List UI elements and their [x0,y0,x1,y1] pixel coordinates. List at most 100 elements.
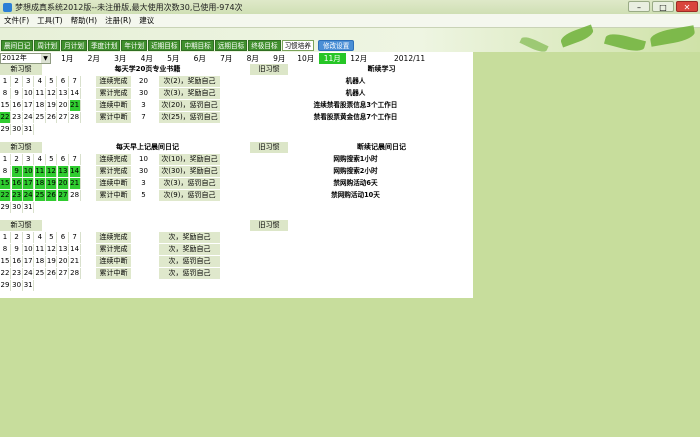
day-cell[interactable]: 25 [34,190,46,201]
day-cell[interactable]: 15 [0,256,11,267]
stat-reward[interactable]: 网购搜索2小时 [238,166,473,177]
day-cell[interactable]: 15 [0,178,11,189]
stat-value[interactable]: 3 [133,100,154,111]
day-cell[interactable]: 12 [46,166,58,177]
tab-3[interactable]: 季度计划 [87,40,121,51]
day-cell[interactable]: 9 [11,166,23,177]
stat-value[interactable] [133,268,154,279]
day-cell[interactable]: 30 [11,202,23,213]
day-cell[interactable]: 8 [0,244,11,255]
day-cell[interactable]: 22 [0,268,11,279]
stat-value[interactable]: 3 [133,178,154,189]
day-cell[interactable]: 10 [23,244,35,255]
day-cell[interactable]: 14 [69,244,81,255]
day-cell[interactable]: 30 [11,124,23,135]
settings-button[interactable]: 修改设置 [317,40,355,51]
day-cell[interactable]: 12 [46,88,58,99]
day-cell[interactable]: 10 [23,88,35,99]
day-cell[interactable]: 31 [23,202,35,213]
day-cell[interactable]: 18 [34,256,46,267]
day-cell[interactable]: 29 [0,280,11,291]
day-cell[interactable]: 27 [58,190,69,201]
stat-reward[interactable]: 禁网购活动10天 [238,190,473,201]
tab-2[interactable]: 月计划 [61,40,87,51]
day-cell[interactable]: 24 [23,190,35,201]
stat-reward[interactable]: 禁看股票黄金信息7个工作日 [238,112,473,123]
day-cell[interactable]: 30 [11,280,23,291]
day-cell[interactable]: 25 [34,112,46,123]
day-cell[interactable]: 18 [34,178,46,189]
day-cell[interactable]: 2 [11,232,23,243]
day-cell[interactable]: 29 [0,124,11,135]
day-cell[interactable]: 11 [34,166,46,177]
stat-value[interactable] [133,244,154,255]
day-cell[interactable]: 31 [23,280,35,291]
day-cell[interactable]: 6 [58,154,69,165]
stat-reward[interactable] [238,244,473,255]
tab-1[interactable]: 周计划 [34,40,61,51]
day-cell[interactable]: 24 [23,112,35,123]
day-cell[interactable]: 27 [58,268,69,279]
day-cell[interactable]: 1 [0,232,11,243]
month-1[interactable]: 1月 [54,53,81,64]
tab-7[interactable]: 远期目标 [214,40,248,51]
stat-reward[interactable]: 禁网购活动6天 [238,178,473,189]
day-cell[interactable]: 6 [58,76,69,87]
tab-9[interactable]: 习惯培养 [281,40,314,51]
day-cell[interactable]: 2 [11,154,23,165]
day-cell[interactable]: 5 [46,76,58,87]
menu-help[interactable]: 帮助(H) [67,15,102,26]
day-cell[interactable]: 17 [23,178,35,189]
tab-4[interactable]: 年计划 [121,40,148,51]
day-cell[interactable]: 21 [69,178,81,189]
month-5[interactable]: 5月 [160,53,187,64]
stat-value[interactable]: 20 [133,76,154,87]
day-cell[interactable]: 22 [0,190,11,201]
day-cell[interactable]: 23 [11,190,23,201]
day-cell[interactable]: 4 [34,232,46,243]
day-cell[interactable]: 11 [34,88,46,99]
day-cell[interactable]: 20 [58,100,69,111]
day-cell[interactable]: 7 [69,232,81,243]
close-button[interactable]: ✕ [676,1,698,12]
day-cell[interactable]: 26 [46,112,58,123]
day-cell[interactable]: 7 [69,154,81,165]
day-cell[interactable]: 4 [34,154,46,165]
stat-reward[interactable] [238,256,473,267]
day-cell[interactable]: 6 [58,232,69,243]
day-cell[interactable]: 28 [69,112,81,123]
tab-5[interactable]: 近期目标 [148,40,181,51]
day-cell[interactable]: 8 [0,166,11,177]
day-cell[interactable]: 3 [23,232,35,243]
day-cell[interactable]: 22 [0,112,11,123]
day-cell[interactable]: 13 [58,166,69,177]
day-cell[interactable]: 27 [58,112,69,123]
month-4[interactable]: 4月 [134,53,161,64]
day-cell[interactable]: 26 [46,190,58,201]
stat-value[interactable]: 10 [133,154,154,165]
month-6[interactable]: 6月 [187,53,214,64]
stat-reward[interactable]: 机器人 [238,76,473,87]
tab-6[interactable]: 中期目标 [181,40,214,51]
day-cell[interactable]: 1 [0,154,11,165]
stat-reward[interactable]: 机器人 [238,88,473,99]
day-cell[interactable]: 28 [69,268,81,279]
stat-reward[interactable] [238,268,473,279]
day-cell[interactable]: 19 [46,100,58,111]
day-cell[interactable]: 13 [58,244,69,255]
month-2[interactable]: 2月 [81,53,108,64]
day-cell[interactable]: 31 [23,124,35,135]
day-cell[interactable]: 28 [69,190,81,201]
month-12[interactable]: 12月 [346,53,373,64]
day-cell[interactable]: 9 [11,244,23,255]
stat-value[interactable] [133,232,154,243]
tab-0[interactable]: 晨间日记 [1,40,34,51]
day-cell[interactable]: 4 [34,76,46,87]
day-cell[interactable]: 5 [46,154,58,165]
chevron-down-icon[interactable]: ▼ [41,53,50,63]
day-cell[interactable]: 14 [69,88,81,99]
day-cell[interactable]: 13 [58,88,69,99]
day-cell[interactable]: 21 [69,100,81,111]
menu-file[interactable]: 文件(F) [0,15,33,26]
day-cell[interactable]: 26 [46,268,58,279]
